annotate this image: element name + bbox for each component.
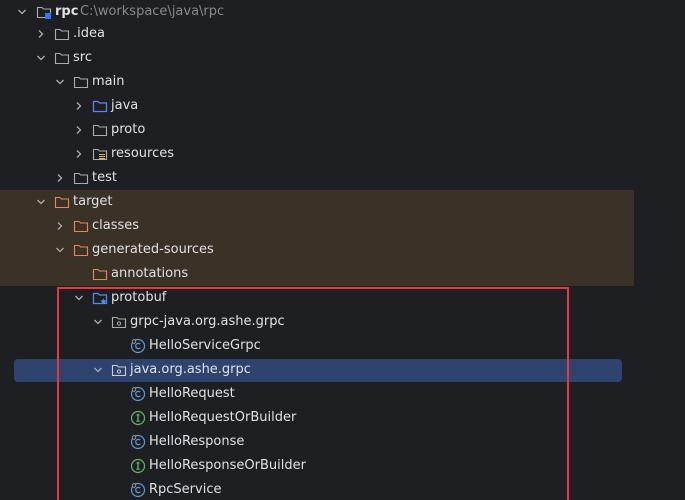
tree-node-test[interactable]: test	[0, 166, 685, 190]
chevron-down-icon[interactable]	[35, 190, 47, 214]
tree-node-label: annotations	[111, 266, 189, 281]
chevron-down-icon[interactable]	[35, 46, 47, 70]
chevron-right-icon[interactable]	[54, 166, 66, 190]
excluded-folder-icon	[54, 194, 70, 210]
tree-node-java[interactable]: java	[0, 94, 685, 118]
chevron-right-icon[interactable]	[73, 94, 85, 118]
excluded-folder-icon	[92, 266, 108, 282]
tree-node-src[interactable]: src	[0, 46, 685, 70]
tree-node-label: test	[92, 170, 117, 185]
tree-node-proto[interactable]: proto	[0, 118, 685, 142]
tree-node-classes[interactable]: classes	[0, 214, 685, 238]
tree-node-generated-sources[interactable]: generated-sources	[0, 238, 685, 262]
tree-node-label: main	[92, 74, 125, 89]
tree-node-label: resources	[111, 146, 175, 161]
chevron-right-icon[interactable]	[54, 214, 66, 238]
folder-icon	[73, 74, 89, 90]
tree-node-annotations[interactable]: annotations	[0, 262, 685, 286]
excluded-folder-icon	[73, 218, 89, 234]
tree-node-label: rpc	[55, 4, 79, 19]
chevron-down-icon[interactable]	[54, 238, 66, 262]
chevron-right-icon[interactable]	[73, 142, 85, 166]
folder-icon	[54, 50, 70, 66]
tree-node-label: .idea	[73, 26, 105, 41]
project-tree: rpc C:\workspace\java\rpc .idea src main	[0, 0, 685, 500]
chevron-down-icon[interactable]	[54, 70, 66, 94]
tree-node-label: classes	[92, 218, 140, 233]
resources-folder-icon	[92, 146, 108, 162]
source-root-folder-icon	[92, 98, 108, 114]
tree-node-label: target	[73, 194, 113, 209]
folder-icon	[73, 170, 89, 186]
tree-node-label: src	[73, 50, 92, 65]
highlight-annotation-box	[57, 287, 569, 500]
tree-node-resources[interactable]: resources	[0, 142, 685, 166]
project-path: C:\workspace\java\rpc	[80, 4, 225, 19]
project-folder-icon	[36, 4, 52, 20]
tree-node-idea[interactable]: .idea	[0, 22, 685, 46]
tree-node-target[interactable]: target	[0, 190, 685, 214]
tree-node-main[interactable]: main	[0, 70, 685, 94]
folder-icon	[92, 122, 108, 138]
chevron-right-icon[interactable]	[35, 22, 47, 46]
tree-node-label: proto	[111, 122, 146, 137]
tree-node-label: java	[111, 98, 139, 113]
folder-icon	[54, 26, 70, 42]
excluded-folder-icon	[73, 242, 89, 258]
tree-node-label: generated-sources	[92, 242, 214, 257]
chevron-down-icon[interactable]	[16, 0, 28, 24]
chevron-right-icon[interactable]	[73, 118, 85, 142]
tree-node-rpc[interactable]: rpc C:\workspace\java\rpc	[0, 0, 685, 24]
